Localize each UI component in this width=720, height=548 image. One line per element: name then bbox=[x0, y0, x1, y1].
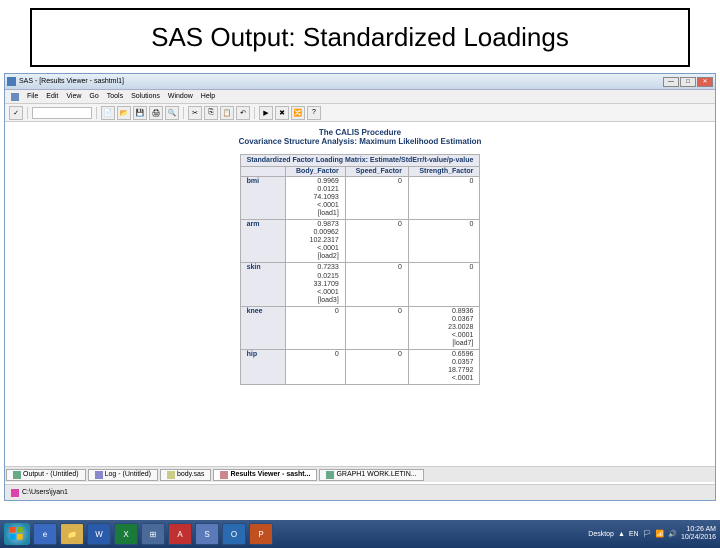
table-row: knee 0 0 0.8936 0.0367 23.0028 <.0001 [l… bbox=[240, 306, 480, 349]
menu-window[interactable]: Window bbox=[168, 93, 193, 100]
cell: 0 bbox=[286, 349, 345, 384]
menu-tools[interactable]: Tools bbox=[107, 93, 123, 100]
cell: 0 bbox=[345, 220, 408, 263]
cell: 0 bbox=[345, 349, 408, 384]
cell: 0.7233 0.0215 33.1709 <.0001 [load3] bbox=[286, 263, 345, 306]
tab-log[interactable]: Log - (Untitled) bbox=[88, 469, 158, 481]
proc-subtitle: Covariance Structure Analysis: Maximum L… bbox=[15, 137, 705, 146]
clear-icon[interactable]: ✖ bbox=[275, 106, 289, 120]
paste-icon[interactable]: 📋 bbox=[220, 106, 234, 120]
taskbar-powerpoint-icon[interactable]: P bbox=[249, 523, 273, 545]
menu-help[interactable]: Help bbox=[201, 93, 215, 100]
row-arm: arm bbox=[240, 220, 286, 263]
cell: 0 bbox=[408, 263, 479, 306]
table-row: hip 0 0 0.6596 0.0357 18.7792 <.0001 bbox=[240, 349, 480, 384]
save-icon[interactable]: 💾 bbox=[133, 106, 147, 120]
taskbar-ie-icon[interactable]: e bbox=[33, 523, 57, 545]
cell: 0.9873 0.00962 102.2317 <.0001 [load2] bbox=[286, 220, 345, 263]
tray-network-icon[interactable]: 📶 bbox=[656, 530, 665, 538]
tray-clock[interactable]: 10:26 AM 10/24/2016 bbox=[681, 526, 716, 541]
cell: 0.6596 0.0357 18.7792 <.0001 bbox=[408, 349, 479, 384]
sas-app-icon bbox=[7, 77, 16, 86]
titlebar[interactable]: SAS - [Results Viewer - sashtml1] — □ ✕ bbox=[5, 74, 715, 90]
statusbar: C:\Users\jyan1 bbox=[5, 484, 715, 500]
print-icon[interactable]: 🖨 bbox=[149, 106, 163, 120]
start-button[interactable] bbox=[4, 523, 30, 545]
taskbar-excel-icon[interactable]: X bbox=[114, 523, 138, 545]
cell: 0 bbox=[408, 220, 479, 263]
menu-solutions[interactable]: Solutions bbox=[131, 93, 160, 100]
tray-desktop[interactable]: Desktop bbox=[588, 531, 614, 538]
check-icon[interactable]: ✓ bbox=[9, 106, 23, 120]
menu-file[interactable]: File bbox=[27, 93, 38, 100]
command-box[interactable] bbox=[32, 107, 92, 119]
col-strength: Strength_Factor bbox=[408, 167, 479, 177]
cut-icon[interactable]: ✂ bbox=[188, 106, 202, 120]
cell: 0 bbox=[408, 177, 479, 220]
table-caption: Standardized Factor Loading Matrix: Esti… bbox=[240, 155, 480, 167]
copy-icon[interactable]: ⎘ bbox=[204, 106, 218, 120]
tab-output[interactable]: Output - (Untitled) bbox=[6, 469, 86, 481]
tab-body[interactable]: body.sas bbox=[160, 469, 212, 481]
tab-results[interactable]: Results Viewer - sasht... bbox=[213, 469, 317, 481]
proc-title: The CALIS Procedure bbox=[15, 128, 705, 137]
new-icon[interactable]: 📄 bbox=[101, 106, 115, 120]
loadings-table: Standardized Factor Loading Matrix: Esti… bbox=[240, 154, 481, 385]
status-icon bbox=[11, 489, 19, 497]
tray-flag-icon[interactable]: 🏳 bbox=[643, 530, 652, 538]
menubar: File Edit View Go Tools Solutions Window… bbox=[5, 90, 715, 104]
cell: 0 bbox=[345, 263, 408, 306]
taskbar-outlook-icon[interactable]: O bbox=[222, 523, 246, 545]
sas-window: SAS - [Results Viewer - sashtml1] — □ ✕ … bbox=[4, 73, 716, 501]
system-tray[interactable]: Desktop ▲ EN 🏳 📶 🔊 10:26 AM 10/24/2016 bbox=[588, 526, 716, 541]
table-row: skin 0.7233 0.0215 33.1709 <.0001 [load3… bbox=[240, 263, 480, 306]
tray-volume-icon[interactable]: 🔊 bbox=[668, 530, 677, 538]
taskbar-app-icon[interactable]: ⊞ bbox=[141, 523, 165, 545]
taskbar-explorer-icon[interactable]: 📁 bbox=[60, 523, 84, 545]
tray-up-icon[interactable]: ▲ bbox=[618, 531, 625, 538]
undo-icon[interactable]: ↶ bbox=[236, 106, 250, 120]
table-row: arm 0.9873 0.00962 102.2317 <.0001 [load… bbox=[240, 220, 480, 263]
cell: 0.8936 0.0367 23.0028 <.0001 [load7] bbox=[408, 306, 479, 349]
row-bmi: bmi bbox=[240, 177, 286, 220]
menu-edit[interactable]: Edit bbox=[46, 93, 58, 100]
minimize-button[interactable]: — bbox=[663, 77, 679, 87]
maximize-button[interactable]: □ bbox=[680, 77, 696, 87]
toolbar: ✓ 📄 📂 💾 🖨 🔍 ✂ ⎘ 📋 ↶ ▶ ✖ 🔀 ? bbox=[5, 104, 715, 122]
close-button[interactable]: ✕ bbox=[697, 77, 713, 87]
cell: 0 bbox=[345, 306, 408, 349]
submit-icon[interactable]: ▶ bbox=[259, 106, 273, 120]
open-icon[interactable]: 📂 bbox=[117, 106, 131, 120]
menu-view[interactable]: View bbox=[66, 93, 81, 100]
row-skin: skin bbox=[240, 263, 286, 306]
slide-title: SAS Output: Standardized Loadings bbox=[42, 22, 678, 53]
cell: 0.9969 0.0121 74.1093 <.0001 [load1] bbox=[286, 177, 345, 220]
sas-doc-icon bbox=[11, 93, 19, 101]
help-icon[interactable]: ? bbox=[307, 106, 321, 120]
window-title: SAS - [Results Viewer - sashtml1] bbox=[19, 78, 124, 85]
explorer-icon[interactable]: 🔀 bbox=[291, 106, 305, 120]
menu-go[interactable]: Go bbox=[89, 93, 98, 100]
col-body: Body_Factor bbox=[286, 167, 345, 177]
row-knee: knee bbox=[240, 306, 286, 349]
taskbar-word-icon[interactable]: W bbox=[87, 523, 111, 545]
preview-icon[interactable]: 🔍 bbox=[165, 106, 179, 120]
row-hip: hip bbox=[240, 349, 286, 384]
slide-title-box: SAS Output: Standardized Loadings bbox=[30, 8, 690, 67]
tab-graph[interactable]: GRAPH1 WORK.LETIN... bbox=[319, 469, 423, 481]
results-viewer[interactable]: The CALIS Procedure Covariance Structure… bbox=[5, 122, 715, 467]
cell: 0 bbox=[286, 306, 345, 349]
cell: 0 bbox=[345, 177, 408, 220]
col-speed: Speed_Factor bbox=[345, 167, 408, 177]
taskbar-pdf-icon[interactable]: A bbox=[168, 523, 192, 545]
tray-lang[interactable]: EN bbox=[629, 531, 639, 538]
table-row: bmi 0.9969 0.0121 74.1093 <.0001 [load1]… bbox=[240, 177, 480, 220]
window-tabs: Output - (Untitled) Log - (Untitled) bod… bbox=[5, 466, 715, 482]
taskbar-sas-icon[interactable]: S bbox=[195, 523, 219, 545]
window-controls: — □ ✕ bbox=[663, 77, 713, 87]
windows-taskbar: e 📁 W X ⊞ A S O P Desktop ▲ EN 🏳 📶 🔊 10:… bbox=[0, 520, 720, 548]
status-path: C:\Users\jyan1 bbox=[22, 489, 68, 496]
